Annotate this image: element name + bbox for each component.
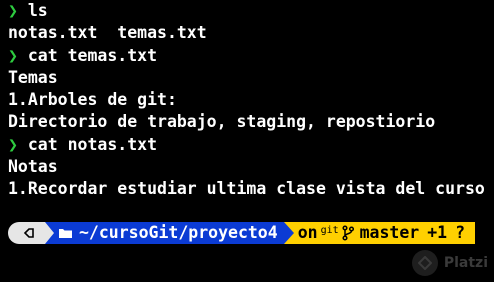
terminal-line: Notas <box>8 156 494 178</box>
watermark-text: Platzi <box>443 255 488 271</box>
terminal-line: 1.Recordar estudiar ultima clase vista d… <box>8 178 494 200</box>
branch-name: master <box>359 223 420 242</box>
platzi-logo-icon <box>411 250 438 276</box>
output-text: Notas <box>8 157 58 177</box>
folder-icon <box>59 229 72 238</box>
prompt-icon: ❯ <box>8 45 18 65</box>
terminal-line: ❯ cat notas.txt <box>8 134 494 156</box>
segment-separator <box>283 222 294 244</box>
command-text: cat temas.txt <box>27 45 158 65</box>
output-text: notas.txt temas.txt <box>8 23 207 43</box>
branch-icon <box>342 225 354 241</box>
terminal-output: ❯ ls notas.txt temas.txt ❯ cat temas.txt… <box>8 0 494 201</box>
prompt-icon: ❯ <box>8 134 18 154</box>
platzi-watermark: Platzi <box>411 250 488 276</box>
untracked-indicator: ? <box>455 223 466 242</box>
on-label: on <box>297 223 318 242</box>
current-path: ~/cursoGit/proyecto4 <box>79 223 278 242</box>
terminal-line: Directorio de trabajo, staging, repostio… <box>8 111 494 133</box>
prompt-icon: ❯ <box>8 1 18 20</box>
command-text: cat notas.txt <box>27 134 158 154</box>
output-text: Directorio de trabajo, staging, repostio… <box>8 112 436 132</box>
directory-segment: ~/cursoGit/proyecto4 <box>54 222 284 244</box>
git-label: git <box>320 225 339 236</box>
changes-count: +1 <box>427 223 448 242</box>
segment-separator <box>45 222 54 244</box>
os-logo-icon <box>23 228 34 238</box>
output-text: Temas <box>8 67 58 87</box>
terminal-line: Temas <box>8 67 494 89</box>
terminal-line: ❯ ls <box>8 0 494 22</box>
terminal-line: notas.txt temas.txt <box>8 22 494 44</box>
terminal-line: 1.Arboles de git: <box>8 89 494 111</box>
os-segment <box>8 222 45 244</box>
powerline-prompt: ~/cursoGit/proyecto4 on git master +1 ? <box>8 222 476 244</box>
command-text: ls <box>27 1 48 20</box>
terminal-line: ❯ cat temas.txt <box>8 45 494 67</box>
git-segment: on git master +1 ? <box>293 222 476 244</box>
output-text: 1.Recordar estudiar ultima clase vista d… <box>8 179 485 199</box>
output-text: 1.Arboles de git: <box>8 90 177 110</box>
